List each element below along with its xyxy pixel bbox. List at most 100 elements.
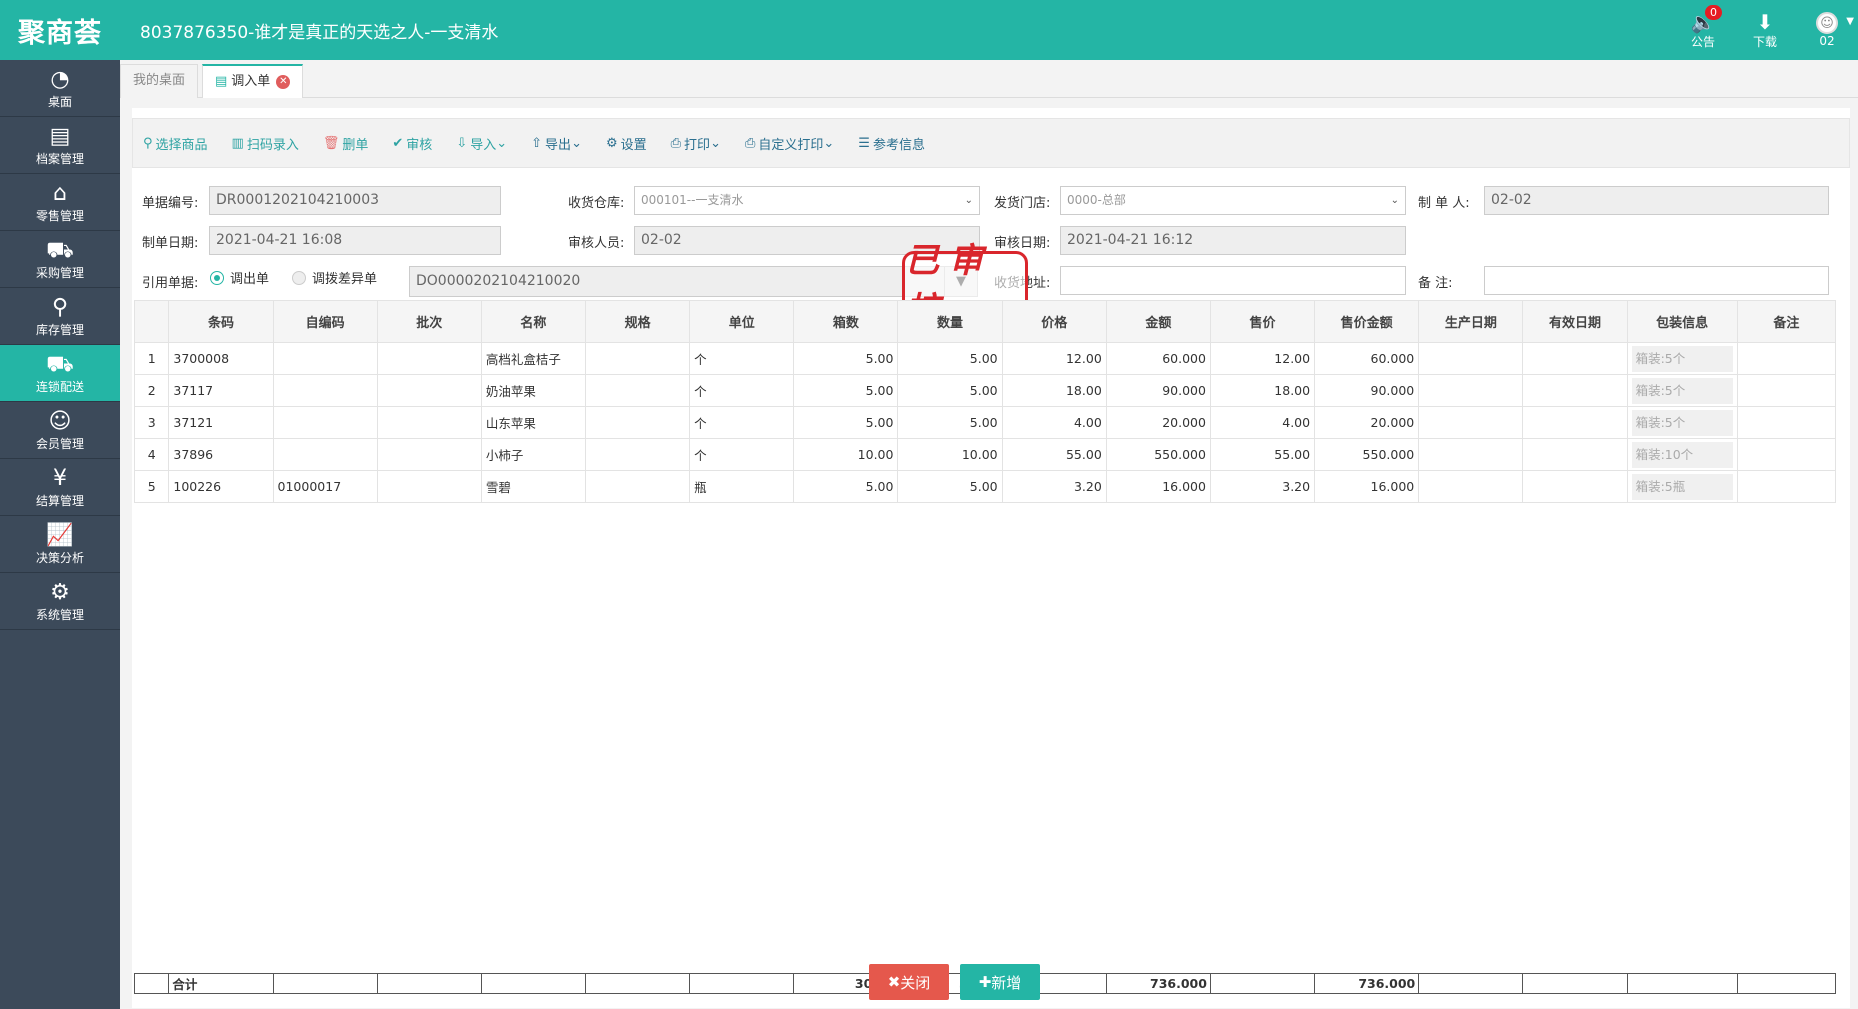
address-field[interactable] <box>1060 266 1406 295</box>
table-cell[interactable]: 小柿子 <box>480 438 587 471</box>
table-cell[interactable] <box>584 406 691 439</box>
sidebar-item-analysis[interactable]: 📈 决策分析 <box>0 516 120 573</box>
table-cell[interactable]: 5.00 <box>897 374 1003 407</box>
audit-date-field[interactable]: 2021-04-21 16:12 <box>1060 226 1406 255</box>
sidebar-item-inventory[interactable]: ⚲ 库存管理 <box>0 288 120 345</box>
sidebar-item-desktop[interactable]: ◔ 桌面 <box>0 60 120 117</box>
table-cell[interactable]: 18.00 <box>1209 374 1316 407</box>
reference-button[interactable]: ☰ 参考信息 <box>858 134 925 153</box>
table-cell[interactable]: 4.00 <box>1209 406 1316 439</box>
table-cell[interactable] <box>1736 438 1837 471</box>
table-cell[interactable] <box>376 406 482 439</box>
column-header[interactable]: 规格 <box>584 300 691 343</box>
column-header[interactable]: 自编码 <box>272 300 378 343</box>
close-button[interactable]: ✖ 关闭 <box>869 964 949 1000</box>
table-cell[interactable]: 箱装:10个 <box>1626 438 1738 471</box>
table-cell[interactable] <box>1418 342 1524 375</box>
column-header[interactable]: 金额 <box>1105 300 1211 343</box>
table-cell[interactable]: 10.00 <box>793 438 899 471</box>
doc-no-field[interactable]: DR0001202104210003 <box>209 186 501 215</box>
table-cell[interactable]: 奶油苹果 <box>480 374 587 407</box>
sidebar-item-member[interactable]: ☺ 会员管理 <box>0 402 120 459</box>
table-cell[interactable]: 箱装:5瓶 <box>1626 470 1738 503</box>
table-row[interactable]: 4 37896 小柿子个 10.00 10.00 55.00 550.000 55.00 550… <box>133 438 1837 471</box>
sidebar-item-system[interactable]: ⚙ 系统管理 <box>0 573 120 630</box>
print-button[interactable]: ⎙ 打印 ⌄ <box>671 134 721 153</box>
table-cell[interactable]: 3700008 <box>168 342 274 375</box>
table-row[interactable]: 3 37121 山东苹果个 5.00 5.00 4.00 20.000 4.00 20.000 箱… <box>133 406 1837 439</box>
table-cell[interactable]: 山东苹果 <box>480 406 587 439</box>
table-cell[interactable] <box>584 470 691 503</box>
column-header[interactable]: 售价 <box>1209 300 1316 343</box>
table-cell[interactable] <box>1736 470 1837 503</box>
table-cell[interactable] <box>1522 374 1628 407</box>
tab-my-desktop[interactable]: 我的桌面 <box>120 64 199 98</box>
table-cell[interactable]: 箱装:5个 <box>1626 374 1738 407</box>
table-cell[interactable] <box>584 438 691 471</box>
column-header[interactable]: 生产日期 <box>1418 300 1524 343</box>
column-header[interactable]: 名称 <box>480 300 587 343</box>
table-row[interactable]: 1 3700008 高档礼盒桔子个 5.00 5.00 12.00 60.000 12.00 6… <box>133 342 1837 375</box>
table-cell[interactable]: 55.00 <box>1209 438 1316 471</box>
table-cell[interactable]: 3.20 <box>1001 470 1107 503</box>
ref-doc-field[interactable]: DO0000202104210020 <box>409 266 945 297</box>
make-date-field[interactable]: 2021-04-21 16:08 <box>209 226 501 255</box>
column-header[interactable]: 售价金额 <box>1314 300 1420 343</box>
table-cell[interactable] <box>1522 342 1628 375</box>
table-cell[interactable]: 12.00 <box>1001 342 1107 375</box>
ship-store-select[interactable]: 0000-总部 ⌄ <box>1060 186 1406 215</box>
custom-print-button[interactable]: ⎙ 自定义打印 ⌄ <box>745 134 834 153</box>
ref-option-out[interactable]: 调出单 <box>210 268 269 287</box>
table-cell[interactable] <box>272 342 378 375</box>
table-cell[interactable]: 60.000 <box>1105 342 1211 375</box>
table-cell[interactable]: 高档礼盒桔子 <box>480 342 587 375</box>
table-cell[interactable] <box>1736 374 1837 407</box>
export-button[interactable]: ⇧ 导出 ⌄ <box>531 134 582 153</box>
table-cell[interactable] <box>1418 470 1524 503</box>
table-cell[interactable]: 4 <box>133 438 170 471</box>
column-header[interactable]: 数量 <box>897 300 1003 343</box>
table-cell[interactable]: 37117 <box>168 374 274 407</box>
maker-field[interactable]: 02-02 <box>1484 186 1829 215</box>
table-cell[interactable]: 5 <box>133 470 170 503</box>
close-icon[interactable]: ✕ <box>276 74 291 89</box>
table-cell[interactable]: 个 <box>689 374 795 407</box>
import-button[interactable]: ⇩ 导入 ⌄ <box>456 134 507 153</box>
column-header[interactable]: 价格 <box>1001 300 1107 343</box>
table-cell[interactable] <box>584 374 691 407</box>
user-menu[interactable]: ☺ 02 ▼ <box>1796 0 1858 60</box>
ref-option-diff[interactable]: 调拨差异单 <box>292 268 377 287</box>
table-cell[interactable]: 18.00 <box>1001 374 1107 407</box>
table-cell[interactable]: 55.00 <box>1001 438 1107 471</box>
table-cell[interactable] <box>376 342 482 375</box>
table-cell[interactable] <box>376 438 482 471</box>
table-cell[interactable]: 90.000 <box>1314 374 1420 407</box>
table-cell[interactable]: 3 <box>133 406 170 439</box>
table-row[interactable]: 2 37117 奶油苹果个 5.00 5.00 18.00 90.000 18.00 90.00… <box>133 374 1837 407</box>
table-cell[interactable] <box>1418 438 1524 471</box>
column-header[interactable]: 包装信息 <box>1626 300 1738 343</box>
table-cell[interactable]: 20.000 <box>1105 406 1211 439</box>
table-cell[interactable]: 箱装:5个 <box>1626 342 1738 375</box>
sidebar-item-settlement[interactable]: ¥ 结算管理 <box>0 459 120 516</box>
table-cell[interactable]: 10.00 <box>897 438 1003 471</box>
table-cell[interactable] <box>1418 406 1524 439</box>
table-cell[interactable] <box>376 470 482 503</box>
table-cell[interactable]: 37121 <box>168 406 274 439</box>
table-cell[interactable]: 个 <box>689 438 795 471</box>
notice-button[interactable]: 🔈 公告 0 <box>1672 0 1734 60</box>
new-button[interactable]: ✚ 新增 <box>960 964 1040 1000</box>
sidebar-item-purchase[interactable]: ⛟ 采购管理 <box>0 231 120 288</box>
column-header[interactable]: 有效日期 <box>1522 300 1628 343</box>
table-cell[interactable]: 个 <box>689 406 795 439</box>
table-cell[interactable]: 16.000 <box>1105 470 1211 503</box>
table-cell[interactable] <box>1522 470 1628 503</box>
table-cell[interactable]: 01000017 <box>272 470 378 503</box>
settings-button[interactable]: ⚙ 设置 <box>606 134 647 153</box>
column-header[interactable] <box>133 300 170 343</box>
app-logo[interactable]: 聚商荟 <box>0 0 120 60</box>
column-header[interactable]: 条码 <box>168 300 274 343</box>
table-cell[interactable]: 5.00 <box>793 342 899 375</box>
sidebar-item-archive[interactable]: ▤ 档案管理 <box>0 117 120 174</box>
table-cell[interactable]: 个 <box>689 342 795 375</box>
